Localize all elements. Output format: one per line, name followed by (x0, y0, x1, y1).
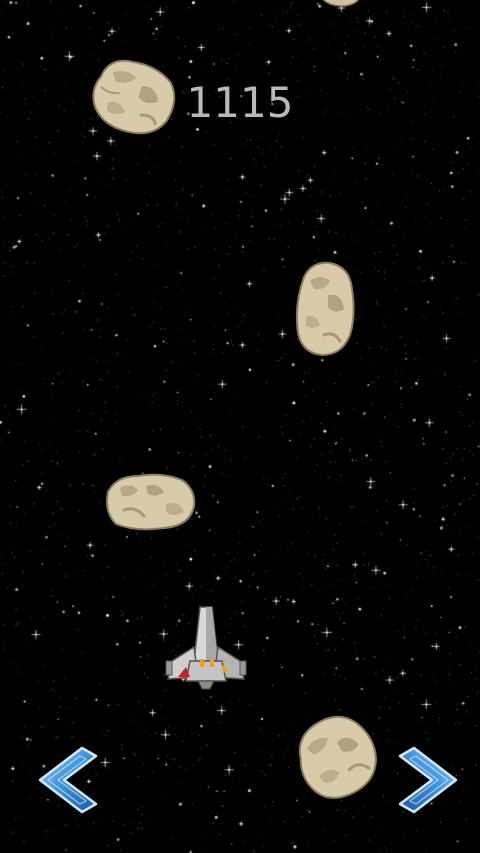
starfield-background (0, 0, 480, 853)
score-display: 1115 (186, 78, 294, 127)
left-chevron-icon (38, 746, 98, 814)
spaceship-icon (165, 606, 247, 690)
move-left-button[interactable] (34, 744, 102, 816)
asteroid-icon (106, 473, 196, 531)
asteroid-icon (92, 59, 176, 135)
asteroid-icon (322, 0, 360, 7)
asteroid-icon (295, 261, 355, 357)
game-screen[interactable]: 1115 (0, 0, 480, 853)
asteroid-icon (298, 715, 377, 799)
move-right-button[interactable] (394, 744, 462, 816)
right-chevron-icon (398, 746, 458, 814)
